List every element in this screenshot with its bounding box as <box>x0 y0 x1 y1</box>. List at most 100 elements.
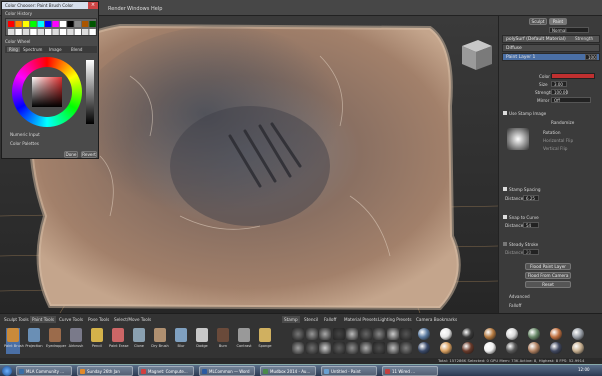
color-history-palette[interactable] <box>5 18 97 36</box>
tool-paint-erase[interactable]: Paint Erase <box>109 328 129 354</box>
material-thumbnail[interactable] <box>506 328 518 340</box>
stamp-thumbnail[interactable] <box>332 342 345 354</box>
stamp-thumbnail[interactable] <box>359 342 372 354</box>
tab-material-presets[interactable]: Material Presets <box>342 316 380 323</box>
tab-paint-tools[interactable]: Paint Tools <box>30 316 57 323</box>
palette-swatch[interactable] <box>89 21 96 27</box>
empty-swatch[interactable] <box>59 29 67 35</box>
snap-to-curve-checkbox[interactable] <box>503 215 507 219</box>
stamp-spacing-checkbox[interactable] <box>503 187 507 191</box>
mirror-select[interactable]: Off <box>551 97 591 103</box>
use-stamp-checkbox[interactable] <box>503 111 507 115</box>
tab-stamp[interactable]: Stamp <box>282 316 300 323</box>
close-icon[interactable]: × <box>88 2 98 9</box>
flood-from-camera-button[interactable]: Flood From Camera <box>525 272 571 279</box>
strength-field[interactable]: 100.00 <box>551 89 568 95</box>
layer-strength-field[interactable]: 100 <box>585 54 597 60</box>
tab-falloff[interactable]: Falloff <box>322 316 338 323</box>
taskbar-item[interactable]: Untitled - Paint <box>321 366 377 376</box>
color-chooser-window[interactable]: Color Chooser: Paint Brush Color × Color… <box>1 1 99 159</box>
numeric-input-label[interactable]: Numeric Input <box>10 132 40 137</box>
stamp-thumbnail[interactable] <box>400 342 412 354</box>
stamp-thumbnail[interactable] <box>373 328 385 340</box>
stamp-thumbnail[interactable] <box>292 328 304 340</box>
taskbar-item[interactable]: 11 Wired ... <box>382 366 438 376</box>
tool-pencil[interactable]: Pencil <box>90 328 104 354</box>
palette-swatch[interactable] <box>82 21 89 27</box>
tool-airbrush[interactable]: Airbrush <box>69 328 83 354</box>
saturation-value-square[interactable] <box>32 77 62 107</box>
palette-swatch[interactable] <box>15 21 22 27</box>
palette-swatch[interactable] <box>30 21 37 27</box>
material-thumbnail[interactable] <box>418 328 430 340</box>
stamp-thumbnail[interactable] <box>346 328 358 340</box>
tool-dry-brush[interactable]: Dry Brush <box>151 328 169 354</box>
tab-lighting-presets[interactable]: Lighting Presets <box>376 316 414 323</box>
tab-camera-bookmarks[interactable]: Camera Bookmarks <box>414 316 459 323</box>
tool-burn[interactable]: Burn <box>216 328 230 354</box>
menu-item-help[interactable]: Help <box>151 6 162 12</box>
empty-swatch[interactable] <box>67 29 74 35</box>
color-swatch[interactable] <box>551 73 595 79</box>
revert-button[interactable]: Revert <box>81 151 97 158</box>
stamp-thumbnail[interactable] <box>305 328 318 340</box>
material-thumbnail[interactable] <box>528 342 540 354</box>
stamp-thumbnail[interactable] <box>292 342 304 354</box>
taskbar-item[interactable]: MLCommon — Word <box>199 366 255 376</box>
reset-button[interactable]: Reset <box>525 281 571 288</box>
material-thumbnail[interactable] <box>462 342 474 354</box>
palette-swatch[interactable] <box>52 21 59 27</box>
tab-stencil[interactable]: Stencil <box>302 316 320 323</box>
snap-distance-field[interactable]: 54 <box>523 222 539 228</box>
empty-swatch[interactable] <box>82 29 89 35</box>
material-thumbnail[interactable] <box>550 342 562 354</box>
stamp-thumbnail[interactable] <box>319 328 331 340</box>
empty-swatch[interactable] <box>22 29 30 35</box>
palette-swatch[interactable] <box>22 21 30 27</box>
size-field[interactable]: 3.00 <box>551 81 567 87</box>
blend-mode-select[interactable]: Normal <box>549 27 589 33</box>
flood-paint-layer-button[interactable]: Flood Paint Layer <box>525 263 571 270</box>
stamp-image-thumbnail[interactable] <box>507 128 529 150</box>
tab-paint[interactable]: Paint <box>549 18 567 25</box>
empty-swatch[interactable] <box>15 29 22 35</box>
palette-swatch[interactable] <box>67 21 74 27</box>
stamp-thumbnail[interactable] <box>386 342 399 354</box>
empty-swatch[interactable] <box>45 29 52 35</box>
brightness-slider[interactable] <box>86 60 94 124</box>
palette-swatch[interactable] <box>45 21 52 27</box>
taskbar-item[interactable]: Magnet: Compute... <box>138 366 194 376</box>
material-thumbnail[interactable] <box>440 342 452 354</box>
tab-ring[interactable]: Ring <box>7 47 20 52</box>
tool-sponge[interactable]: Sponge <box>258 328 272 354</box>
tab-spectrum[interactable]: Spectrum <box>23 47 42 52</box>
stamp-thumbnail[interactable] <box>373 342 385 354</box>
advanced-section[interactable]: Advanced <box>509 294 530 299</box>
palette-swatch[interactable] <box>8 21 15 27</box>
menu-item-render[interactable]: Render <box>108 6 126 12</box>
material-thumbnail[interactable] <box>572 342 584 354</box>
tool-clone[interactable]: Clone <box>132 328 146 354</box>
tool-contrast[interactable]: Contrast <box>237 328 251 354</box>
stamp-distance-field[interactable]: 6.25 <box>523 195 539 201</box>
empty-swatch[interactable] <box>30 29 37 35</box>
horizontal-flip-label[interactable]: Horizontal Flip <box>543 138 573 143</box>
steady-stroke-checkbox[interactable] <box>503 242 507 246</box>
color-palettes-label[interactable]: Color Palettes <box>10 141 39 146</box>
stamp-thumbnail[interactable] <box>305 342 318 354</box>
tab-sculpt[interactable]: Sculpt <box>529 18 547 25</box>
tab-blend[interactable]: Blend <box>71 47 82 52</box>
taskbar-item[interactable]: Mudbox 2014 - Au... <box>260 366 316 376</box>
taskbar-item[interactable]: Sunday 26th Jan <box>77 366 133 376</box>
stamp-thumbnail[interactable] <box>346 342 358 354</box>
tab-image[interactable]: Image <box>49 47 62 52</box>
empty-swatch[interactable] <box>89 29 96 35</box>
tool-projection[interactable]: Projection <box>25 328 43 354</box>
palette-swatch[interactable] <box>37 21 44 27</box>
stamp-thumbnail[interactable] <box>359 328 372 340</box>
tool-blur[interactable]: Blur <box>174 328 188 354</box>
empty-swatch[interactable] <box>52 29 59 35</box>
tool-paint-brush[interactable]: Paint Brush <box>4 328 24 354</box>
material-thumbnail[interactable] <box>528 328 540 340</box>
stamp-thumbnail[interactable] <box>319 342 331 354</box>
